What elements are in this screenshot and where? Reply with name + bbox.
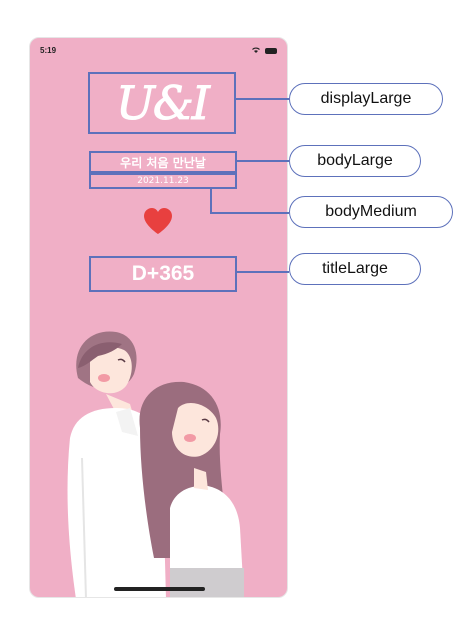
status-icons xyxy=(237,46,277,56)
callout-display-large: displayLarge xyxy=(289,83,443,115)
couple-illustration xyxy=(67,331,244,597)
body-large-highlight xyxy=(89,151,237,173)
wifi-icon xyxy=(252,47,260,53)
display-large-highlight xyxy=(88,72,236,134)
connector-bodymedium-v xyxy=(210,188,212,212)
title-large-highlight xyxy=(89,256,237,292)
home-indicator[interactable] xyxy=(114,587,205,591)
callout-title-large: titleLarge xyxy=(289,253,421,285)
connector-title xyxy=(236,271,289,273)
phone-screen: 5:19 U&I 우리 처음 만난날 2021.11.23 D+365 xyxy=(29,37,288,598)
status-time: 5:19 xyxy=(40,46,57,55)
heart-icon[interactable] xyxy=(142,206,174,236)
connector-display xyxy=(235,98,289,100)
callout-body-medium: bodyMedium xyxy=(289,196,453,228)
callout-body-large: bodyLarge xyxy=(289,145,421,177)
body-medium-highlight xyxy=(89,173,237,189)
connector-bodymedium-h xyxy=(210,212,289,214)
battery-icon xyxy=(265,48,277,54)
connector-bodylarge xyxy=(236,160,289,162)
